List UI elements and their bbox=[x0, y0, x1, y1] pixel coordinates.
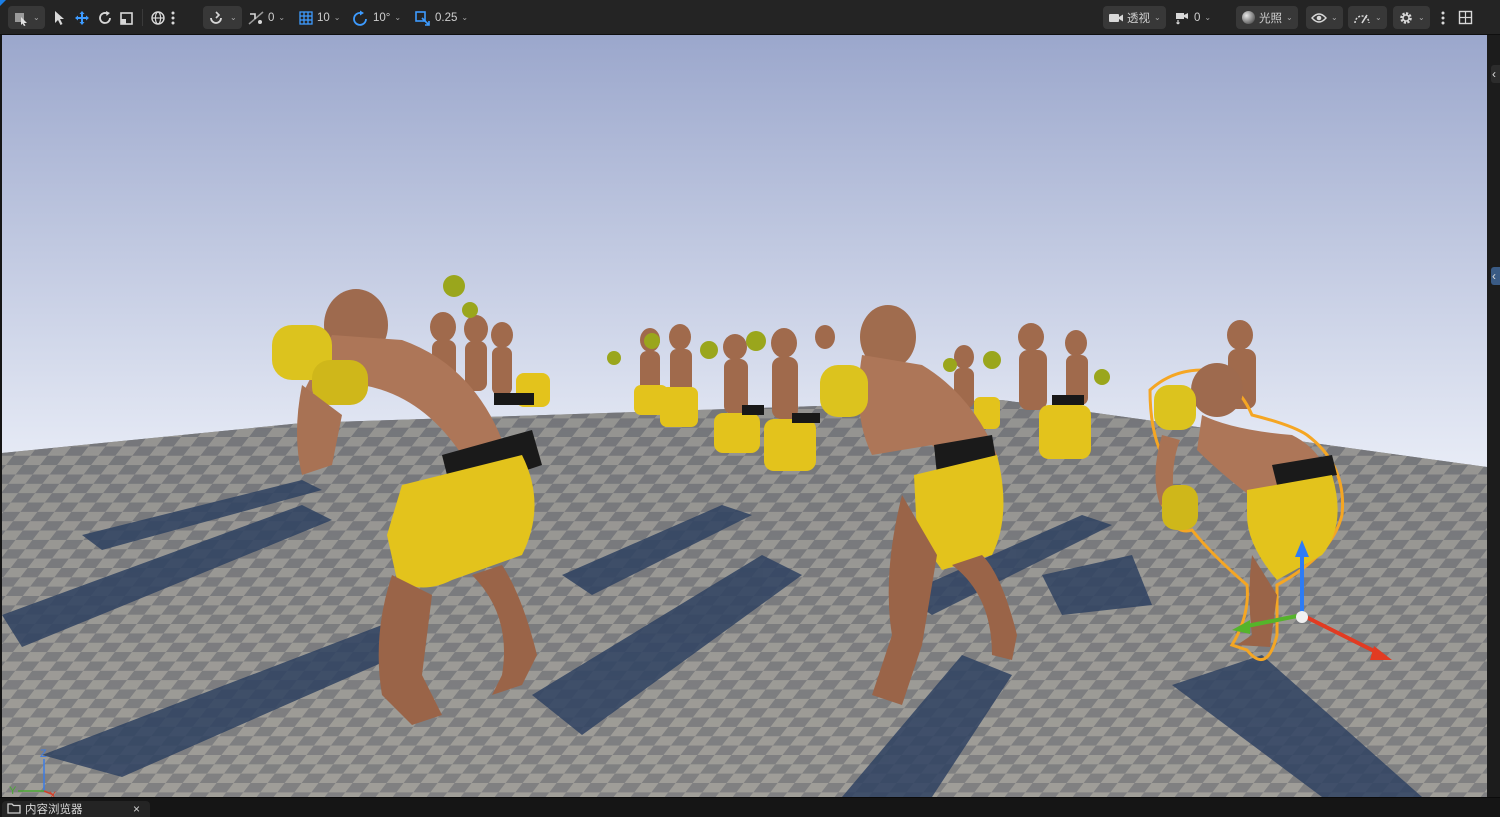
viewport-settings-dropdown[interactable]: ⌄ bbox=[1393, 6, 1430, 29]
chevron-down-icon: ⌄ bbox=[33, 13, 40, 22]
coordinate-system-button[interactable] bbox=[150, 6, 166, 29]
view-mode-label: 透视 bbox=[1127, 12, 1150, 25]
chevron-down-icon: ⌄ bbox=[1286, 13, 1293, 22]
surface-snap-value: 0 bbox=[268, 11, 275, 24]
chevron-down-icon: ⌄ bbox=[1375, 13, 1382, 22]
vertical-dots-icon bbox=[170, 10, 176, 26]
chevron-down-icon: ⌄ bbox=[461, 13, 469, 22]
select-mode-dropdown[interactable]: ⌄ bbox=[8, 6, 45, 29]
more-options-button[interactable] bbox=[170, 6, 176, 29]
select-mode-icon bbox=[13, 10, 29, 26]
layout-grid-icon bbox=[1458, 10, 1473, 25]
chevron-down-icon: ⌄ bbox=[394, 13, 402, 22]
chevron-down-icon: ⌄ bbox=[230, 13, 237, 22]
scale-snap-icon bbox=[414, 10, 432, 26]
grid-snap-icon bbox=[298, 10, 314, 26]
vertical-dots-icon bbox=[1440, 10, 1446, 26]
grid-snap-value: 10 bbox=[317, 11, 330, 24]
camera-speed-value: 0 bbox=[1194, 11, 1201, 24]
lit-sphere-icon bbox=[1241, 10, 1256, 25]
axis-label-y: Y bbox=[9, 785, 17, 797]
video-camera-icon bbox=[1108, 11, 1124, 25]
bottom-drawer-bar: 内容浏览器 × bbox=[0, 797, 1500, 817]
camera-speed-dropdown[interactable]: 0 ⌄ bbox=[1175, 6, 1211, 29]
performance-scalability-dropdown[interactable]: ⌄ bbox=[1348, 6, 1387, 29]
scale-tool-button[interactable] bbox=[119, 6, 135, 29]
close-icon[interactable]: × bbox=[133, 802, 140, 816]
rotate-tool-button[interactable] bbox=[97, 6, 113, 29]
world-axis-indicator: Z Y X bbox=[9, 748, 57, 797]
scene-render bbox=[2, 35, 1487, 797]
gauge-icon bbox=[1353, 11, 1371, 25]
camera-speed-icon bbox=[1175, 11, 1191, 25]
folder-icon bbox=[7, 802, 21, 817]
pointer-icon bbox=[53, 10, 67, 26]
grid-snap-dropdown[interactable]: 10 ⌄ bbox=[298, 6, 341, 29]
globe-icon bbox=[150, 10, 166, 26]
chevron-down-icon: ⌄ bbox=[1418, 13, 1425, 22]
lighting-label: 光照 bbox=[1259, 12, 1282, 25]
viewport-toolbar: ⌄ ⌄ 0 ⌄ 10 ⌄ 10° ⌄ 0.25 ⌄ 透视 ⌄ 0 ⌄ 光照 ⌄ … bbox=[0, 0, 1500, 35]
surface-snap-icon bbox=[247, 10, 265, 26]
chevron-down-icon: ⌄ bbox=[333, 13, 341, 22]
rotation-snap-dropdown[interactable]: 10° ⌄ bbox=[352, 6, 401, 29]
toolbar-divider bbox=[142, 9, 143, 26]
gear-icon bbox=[1398, 10, 1414, 26]
rotation-snap-value: 10° bbox=[373, 11, 391, 24]
content-browser-label: 内容浏览器 bbox=[25, 804, 83, 816]
select-tool-button[interactable] bbox=[53, 6, 67, 29]
scale-snap-value: 0.25 bbox=[435, 11, 458, 24]
show-flags-dropdown[interactable]: ⌄ bbox=[1306, 6, 1343, 29]
rotation-snap-icon bbox=[352, 10, 370, 26]
axis-label-z: Z bbox=[40, 748, 47, 760]
view-mode-dropdown[interactable]: 透视 ⌄ bbox=[1103, 6, 1166, 29]
expand-panel-tab[interactable] bbox=[1491, 65, 1500, 83]
viewport-active-marker bbox=[0, 0, 6, 6]
chevron-down-icon: ⌄ bbox=[278, 13, 286, 22]
move-arrows-icon bbox=[74, 10, 90, 26]
scale-snap-dropdown[interactable]: 0.25 ⌄ bbox=[414, 6, 468, 29]
surface-snap-value-dropdown[interactable]: 0 ⌄ bbox=[247, 6, 285, 29]
details-panel-collapsed-strip bbox=[1487, 35, 1500, 797]
eye-icon bbox=[1311, 12, 1327, 24]
rotate-icon bbox=[97, 10, 113, 26]
scale-icon bbox=[119, 10, 135, 26]
chevron-down-icon: ⌄ bbox=[1204, 13, 1212, 22]
surface-snapping-dropdown[interactable]: ⌄ bbox=[203, 6, 242, 29]
viewport-options-button[interactable] bbox=[1440, 6, 1446, 29]
chevron-down-icon: ⌄ bbox=[1154, 13, 1161, 22]
expand-details-tab[interactable] bbox=[1491, 267, 1500, 285]
level-viewport[interactable]: Z Y X bbox=[2, 35, 1487, 797]
translate-tool-button[interactable] bbox=[74, 6, 90, 29]
magnet-snap-icon bbox=[208, 10, 226, 26]
lighting-mode-dropdown[interactable]: 光照 ⌄ bbox=[1236, 6, 1298, 29]
content-browser-tab[interactable]: 内容浏览器 × bbox=[2, 801, 150, 817]
viewport-layout-button[interactable] bbox=[1458, 6, 1473, 29]
axis-label-x: X bbox=[49, 790, 57, 797]
chevron-down-icon: ⌄ bbox=[1331, 13, 1338, 22]
